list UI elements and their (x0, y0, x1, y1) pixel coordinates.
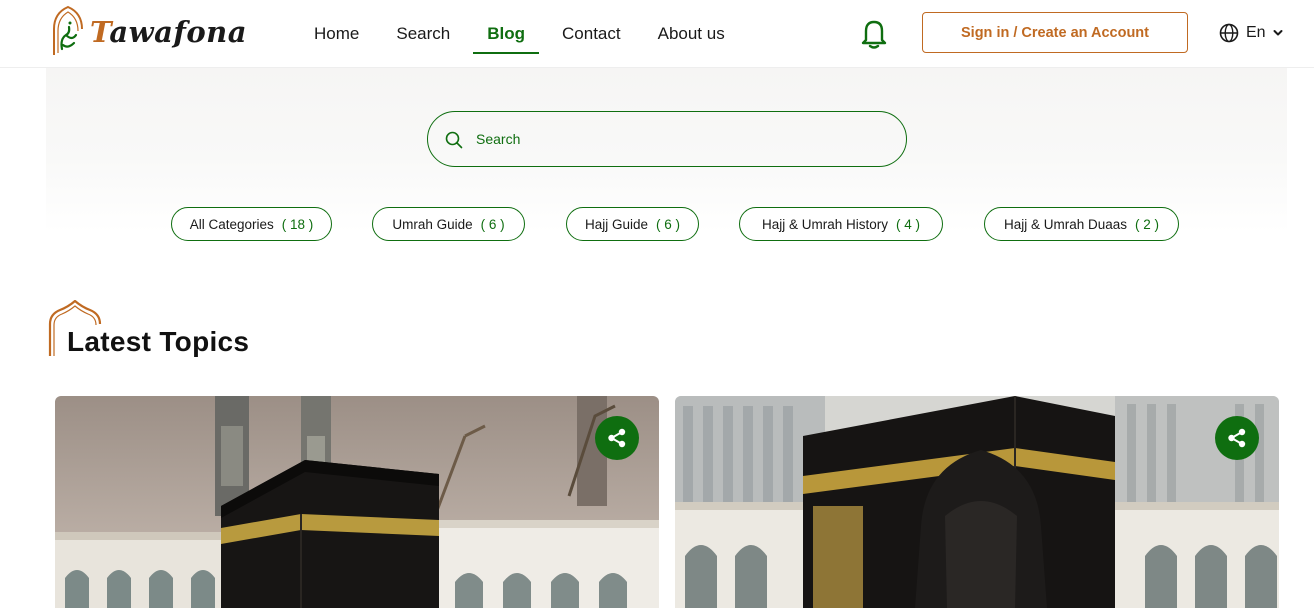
nav-blog[interactable]: Blog (473, 0, 539, 68)
blog-card[interactable] (675, 396, 1279, 608)
category-count: ( 2 ) (1135, 216, 1160, 232)
nav-about-us[interactable]: About us (644, 0, 739, 68)
signin-create-account-button[interactable]: Sign in / Create an Account (922, 12, 1188, 53)
search-placeholder: Search (476, 131, 521, 147)
category-label: Umrah Guide (392, 216, 473, 232)
main-nav: Home Search Blog Contact About us (300, 0, 748, 68)
kaaba-night-photo (55, 396, 659, 608)
kaaba-pilgrim-photo (675, 396, 1279, 608)
nav-search[interactable]: Search (382, 0, 464, 68)
category-label: Hajj & Umrah History (761, 216, 888, 232)
category-filters: All Categories ( 18 ) Umrah Guide ( 6 ) Ha… (0, 207, 1314, 241)
share-button[interactable] (595, 416, 639, 460)
category-count: ( 18 ) (281, 216, 314, 232)
section-title: Latest Topics (67, 326, 250, 357)
category-chip-hajj-guide[interactable]: Hajj Guide ( 6 ) (566, 207, 699, 241)
category-label: All Categories (189, 216, 274, 232)
share-icon (608, 428, 626, 448)
nav-contact[interactable]: Contact (548, 0, 635, 68)
bell-icon[interactable] (858, 16, 890, 50)
category-chip-umrah-guide[interactable]: Umrah Guide ( 6 ) (372, 207, 525, 241)
search-input[interactable]: Search (427, 111, 907, 167)
category-chip-hajj-umrah-history[interactable]: Hajj & Umrah History ( 4 ) (739, 207, 943, 241)
logo-calligraphy-icon (53, 5, 83, 55)
chevron-down-icon (1273, 30, 1283, 36)
category-chip-all[interactable]: All Categories ( 18 ) (171, 207, 332, 241)
category-label: Hajj Guide (584, 216, 648, 232)
logo-wordmark: Tawafona (90, 15, 248, 49)
category-count: ( 6 ) (480, 216, 505, 232)
tawafona-logo[interactable]: Tawafona (48, 5, 247, 61)
search-icon (445, 131, 463, 149)
language-label: En (1246, 24, 1266, 41)
nav-home[interactable]: Home (300, 0, 373, 68)
site-header: Tawafona Home Search Blog Contact About … (0, 0, 1314, 68)
share-icon (1228, 428, 1246, 448)
category-count: ( 6 ) (656, 216, 681, 232)
category-count: ( 4 ) (896, 216, 921, 232)
category-label: Hajj & Umrah Duaas (1003, 216, 1128, 232)
blog-card[interactable] (55, 396, 659, 608)
language-selector[interactable]: En (1219, 20, 1283, 46)
share-button[interactable] (1215, 416, 1259, 460)
category-chip-hajj-umrah-duaas[interactable]: Hajj & Umrah Duaas ( 2 ) (984, 207, 1179, 241)
globe-icon (1219, 23, 1239, 43)
